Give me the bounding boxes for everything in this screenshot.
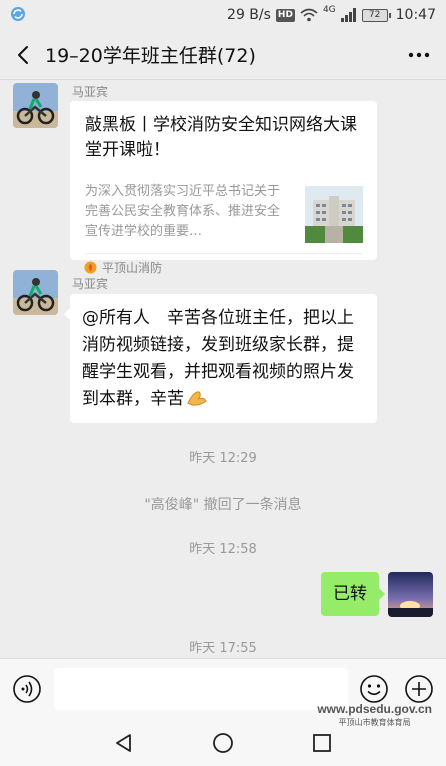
self-message-bubble[interactable]: 已转 [321, 572, 385, 616]
more-dots-icon[interactable] [406, 44, 432, 66]
watermark-org: 平顶山市教育体育局 [338, 718, 411, 727]
sender-avatar[interactable] [13, 270, 58, 315]
message-input[interactable] [54, 668, 348, 710]
status-bar: 29 B/s HD 4G 72 10:47 [0, 0, 446, 30]
self-avatar[interactable] [388, 572, 433, 617]
article-description: 为深入贯彻落实习近平总书记关于完善公民安全教育体系、推进安全宣传进学校的重要… [85, 184, 281, 239]
clock: 10:47 [395, 7, 436, 23]
voice-input-icon[interactable] [12, 674, 42, 704]
timestamp: 昨天 12:29 [189, 451, 257, 466]
article-title: 敲黑板丨学校消防安全知识网络大课堂开课啦！ [85, 115, 357, 160]
nav-back-icon[interactable] [111, 730, 137, 756]
text-message-bubble[interactable]: @所有人 辛苦各位班主任，把以上消防视频链接，发到班级家长群，提醒学生观看，并把… [64, 294, 377, 423]
chat-title: 19–20学年班主任群(72) [45, 45, 256, 67]
chat-message-list[interactable]: 马亚宾 敲黑板丨学校消防安全知识网络大课堂开课啦！ 为深入贯彻落实习近平总书记关… [0, 81, 446, 658]
network-speed: 29 B/s [227, 7, 271, 23]
timestamp: 昨天 17:55 [189, 641, 257, 656]
emoji-icon[interactable] [359, 674, 389, 704]
network-type: 4G [322, 5, 336, 15]
folded-hands-emoji [187, 391, 207, 406]
plus-icon[interactable] [404, 674, 434, 704]
message-text: @所有人 辛苦各位班主任，把以上消防视频链接，发到班级家长群，提醒学生观看，并把… [82, 308, 354, 409]
recall-notice: "高俊峰" 撤回了一条消息 [144, 497, 302, 513]
hd-badge: HD [275, 8, 295, 22]
article-card[interactable]: 敲黑板丨学校消防安全知识网络大课堂开课啦！ 为深入贯彻落实习近平总书记关于完善公… [70, 101, 377, 275]
signal-icon [340, 8, 356, 22]
wifi-icon [300, 8, 318, 22]
watermark-url: www.pdsedu.gov.cn [317, 702, 432, 716]
article-source[interactable]: 平顶山消防 [84, 259, 162, 276]
sender-avatar[interactable] [13, 83, 58, 128]
timestamp: 昨天 12:58 [189, 542, 257, 557]
sync-app-icon [11, 7, 25, 21]
watermark: www.pdsedu.gov.cn 平顶山市教育体育局 [317, 702, 432, 728]
sender-name: 马亚宾 [72, 85, 109, 99]
chat-header: 19–20学年班主任群(72) [0, 30, 446, 80]
article-thumbnail [305, 186, 363, 243]
fire-department-icon [84, 261, 97, 274]
source-name: 平顶山消防 [102, 261, 163, 275]
chevron-left-icon[interactable] [10, 41, 38, 69]
sender-name: 马亚宾 [72, 277, 109, 291]
battery-indicator: 72 [361, 8, 391, 22]
nav-recents-icon[interactable] [309, 730, 335, 756]
nav-home-icon[interactable] [210, 730, 236, 756]
card-divider [85, 253, 362, 254]
